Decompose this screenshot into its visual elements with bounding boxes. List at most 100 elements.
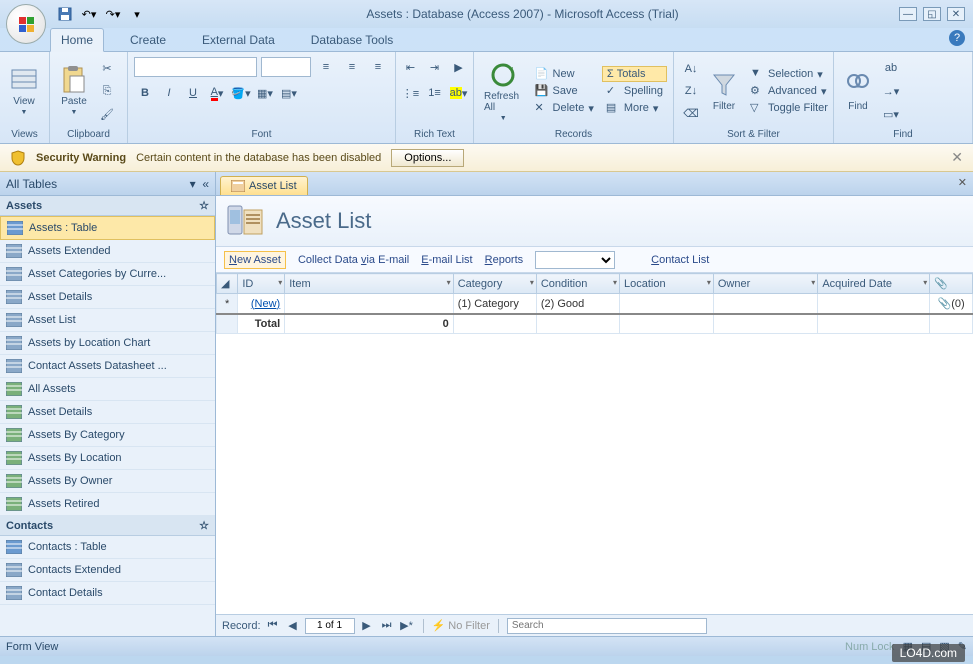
nav-item[interactable]: Contacts Extended [0,559,215,582]
table-row-new[interactable]: * (New) (1) Category (2) Good 📎(0) [217,294,973,315]
clear-sort-icon[interactable]: ⌫ [680,102,702,124]
new-id-cell[interactable]: (New) [251,298,280,310]
help-button[interactable]: ? [949,30,965,46]
align-center-icon[interactable]: ≡ [341,56,363,78]
cell-acquired[interactable] [818,294,930,315]
cell-location[interactable] [620,294,714,315]
link-new-asset[interactable]: New Asset [224,251,286,269]
increase-indent-icon[interactable]: ⇥ [424,56,446,78]
spelling-button[interactable]: ✓Spelling [602,83,667,99]
col-condition[interactable]: Condition▾ [536,274,619,294]
undo-icon[interactable]: ↶▾ [80,5,98,23]
tab-home[interactable]: Home [50,28,104,52]
nav-item[interactable]: Assets : Table [0,216,215,240]
filter-button[interactable]: Filter [706,69,742,114]
nav-pane-header[interactable]: All Tables ▾ « [0,172,215,196]
cell-item[interactable] [285,294,453,315]
nav-item[interactable]: Assets By Owner [0,470,215,493]
link-collect-data[interactable]: Collect Data via E-mail [298,254,409,266]
align-left-icon[interactable]: ≡ [315,56,337,78]
font-size-combo[interactable] [261,57,311,77]
align-right-icon[interactable]: ≡ [367,56,389,78]
alt-fill-icon[interactable]: ▤▾ [278,82,300,104]
tab-database-tools[interactable]: Database Tools [301,29,404,51]
link-contact-list[interactable]: Contact List [651,254,709,266]
nav-item[interactable]: Contacts : Table [0,536,215,559]
select-all-cell[interactable]: ◢ [217,274,238,294]
tab-create[interactable]: Create [120,29,176,51]
view-button[interactable]: View▼ [6,64,42,118]
font-family-combo[interactable] [134,57,257,77]
nav-item[interactable]: Assets By Location [0,447,215,470]
nav-item[interactable]: Contact Assets Datasheet ... [0,355,215,378]
col-owner[interactable]: Owner▾ [713,274,817,294]
advanced-filter-button[interactable]: ⚙Advanced▾ [746,83,832,99]
col-acquired-date[interactable]: Acquired Date▾ [818,274,930,294]
bold-icon[interactable]: B [134,82,156,104]
search-box[interactable] [507,618,707,634]
paste-button[interactable]: Paste▼ [56,64,92,118]
select-icon[interactable]: ▭▾ [880,103,902,125]
totals-button[interactable]: Σ Totals [602,66,667,82]
col-attachment[interactable]: 📎 [930,274,973,294]
toggle-filter-button[interactable]: ▽Toggle Filter [746,100,832,116]
restore-button[interactable]: ◱ [923,7,941,21]
replace-icon[interactable]: ab [880,57,902,79]
redo-icon[interactable]: ↷▾ [104,5,122,23]
cell-condition[interactable]: (2) Good [536,294,619,315]
col-location[interactable]: Location▾ [620,274,714,294]
nav-dropdown-icon[interactable]: ▾ [190,177,196,191]
format-painter-icon[interactable]: 🖌 [96,103,118,125]
find-button[interactable]: Find [840,69,876,114]
bullets-icon[interactable]: ⋮≡ [400,82,422,104]
nav-item[interactable]: Asset Details [0,286,215,309]
warning-options-button[interactable]: Options... [391,149,464,167]
minimize-button[interactable]: — [899,7,917,21]
ltr-icon[interactable]: ▶ [448,56,470,78]
office-button[interactable] [6,4,46,44]
new-record-button[interactable]: 📄New [531,66,598,82]
close-button[interactable]: ✕ [947,7,965,21]
nav-new-icon[interactable]: ▶* [399,618,415,634]
nav-collapse-icon[interactable]: « [202,177,209,191]
nav-item[interactable]: Asset List [0,309,215,332]
nav-last-icon[interactable]: ⏭ [379,618,395,634]
goto-icon[interactable]: →▾ [880,80,902,102]
cut-icon[interactable]: ✂ [96,57,118,79]
col-category[interactable]: Category▾ [453,274,536,294]
nav-item[interactable]: Asset Details [0,401,215,424]
nav-item[interactable]: Assets By Category [0,424,215,447]
nav-next-icon[interactable]: ▶ [359,618,375,634]
nav-group-assets[interactable]: Assets☆ [0,196,215,216]
numbering-icon[interactable]: 1≡ [424,82,446,104]
cell-category[interactable]: (1) Category [453,294,536,315]
row-selector-new[interactable]: * [217,294,238,315]
copy-icon[interactable]: ⎘ [96,80,118,102]
italic-icon[interactable]: I [158,82,180,104]
selection-filter-button[interactable]: ▼Selection▾ [746,66,832,82]
fill-color-icon[interactable]: 🪣▾ [230,82,252,104]
record-position-input[interactable] [305,618,355,634]
cell-attachment[interactable]: 📎(0) [930,294,973,315]
qat-customize-icon[interactable]: ▾ [128,5,146,23]
nav-item[interactable]: Contact Details [0,582,215,605]
gridlines-icon[interactable]: ▦▾ [254,82,276,104]
link-email-list[interactable]: E-mail List [421,254,472,266]
more-records-button[interactable]: ▤More▾ [602,100,667,116]
highlight-icon[interactable]: ab▾ [448,82,470,104]
nav-first-icon[interactable]: ⏮ [265,618,281,634]
nav-item[interactable]: Assets Extended [0,240,215,263]
nav-group-contacts[interactable]: Contacts☆ [0,516,215,536]
col-item[interactable]: Item▾ [285,274,453,294]
reports-combo[interactable] [535,251,615,269]
doc-tab-asset-list[interactable]: Asset List [220,176,308,195]
delete-record-button[interactable]: ✕Delete▾ [531,100,598,116]
datasheet-grid[interactable]: ◢ ID▾ Item▾ Category▾ Condition▾ Locatio… [216,273,973,614]
nav-prev-icon[interactable]: ◀ [285,618,301,634]
warning-close-button[interactable]: ✕ [951,149,963,166]
nav-item[interactable]: Assets Retired [0,493,215,516]
font-color-icon[interactable]: A▾ [206,82,228,104]
save-record-button[interactable]: 💾Save [531,83,598,99]
cell-owner[interactable] [713,294,817,315]
underline-icon[interactable]: U [182,82,204,104]
